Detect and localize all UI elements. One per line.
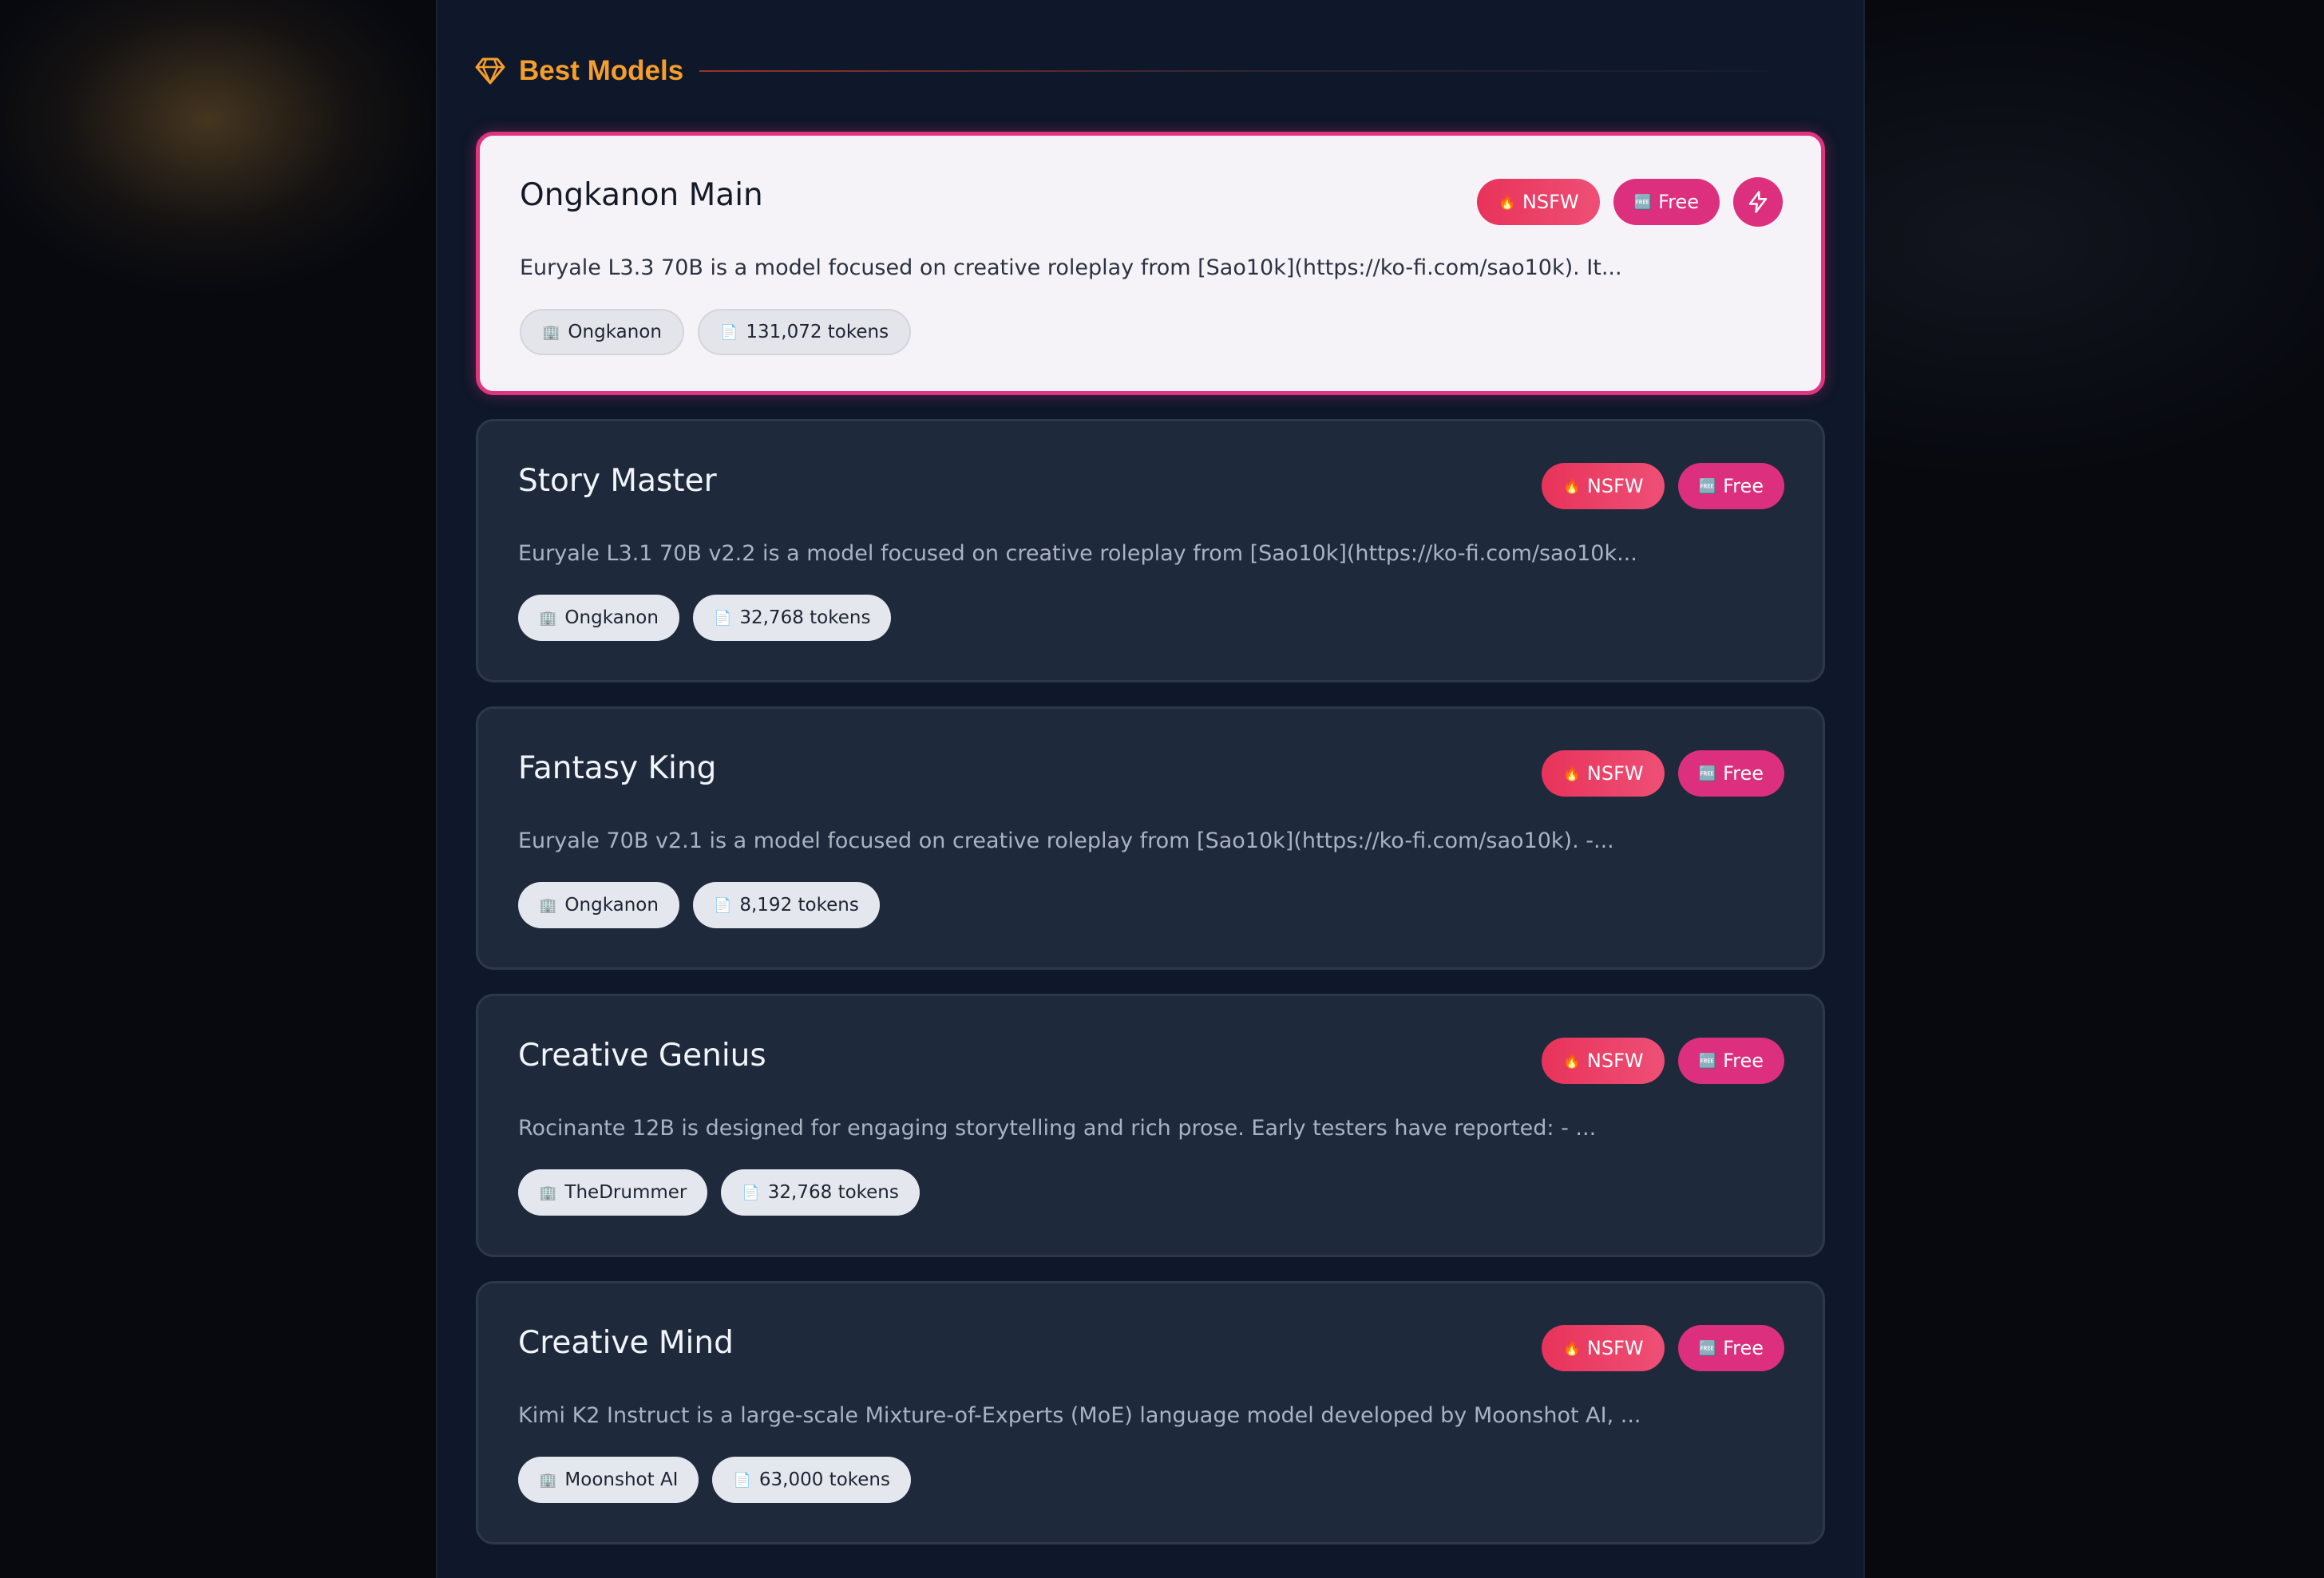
- provider-chip: 🏢 Moonshot AI: [518, 1457, 699, 1503]
- token-count: 63,000 tokens: [758, 1469, 890, 1490]
- model-title: Ongkanon Main: [520, 177, 763, 213]
- token-chip: 📄 131,072 tokens: [697, 309, 912, 355]
- free-label: Free: [1658, 191, 1699, 213]
- token-count: 131,072 tokens: [746, 322, 889, 342]
- model-description: Rocinante 12B is designed for engaging s…: [518, 1116, 1597, 1141]
- free-icon: 🆓: [1698, 1339, 1717, 1357]
- fire-icon: 🔥: [1562, 1052, 1581, 1070]
- model-title: Creative Mind: [518, 1325, 734, 1361]
- free-icon: 🆓: [1698, 477, 1717, 495]
- free-label: Free: [1723, 1050, 1764, 1072]
- free-label: Free: [1723, 762, 1764, 785]
- badge-row: 🔥 NSFW 🆓 Free: [1542, 463, 1784, 509]
- free-badge: 🆓 Free: [1677, 1038, 1784, 1084]
- nsfw-label: NSFW: [1522, 191, 1579, 213]
- model-card[interactable]: Creative Genius 🔥 NSFW 🆓 Free Rocinante …: [476, 994, 1825, 1257]
- model-title: Story Master: [518, 463, 717, 499]
- badge-row: 🔥 NSFW 🆓 Free: [1542, 1325, 1784, 1371]
- fire-icon: 🔥: [1562, 765, 1581, 782]
- fire-icon: 🔥: [1498, 193, 1516, 211]
- model-list: Ongkanon Main 🔥 NSFW 🆓 Free Euryale L3.3…: [476, 132, 1825, 1568]
- provider-name: Moonshot AI: [564, 1469, 679, 1490]
- meta-row: 🏢 Ongkanon 📄 8,192 tokens: [518, 882, 880, 928]
- nsfw-badge: 🔥 NSFW: [1542, 1038, 1665, 1084]
- free-icon: 🆓: [1698, 1052, 1717, 1070]
- nsfw-label: NSFW: [1586, 1337, 1644, 1359]
- token-count: 8,192 tokens: [739, 895, 859, 916]
- document-icon: 📄: [713, 896, 732, 914]
- fire-icon: 🔥: [1562, 477, 1581, 495]
- badge-row: 🔥 NSFW 🆓 Free: [1542, 1038, 1784, 1084]
- token-chip: 📄 8,192 tokens: [692, 882, 880, 928]
- meta-row: 🏢 Ongkanon 📄 32,768 tokens: [518, 595, 892, 641]
- provider-name: Ongkanon: [564, 895, 659, 916]
- document-icon: 📄: [733, 1471, 751, 1489]
- meta-row: 🏢 TheDrummer 📄 32,768 tokens: [518, 1169, 920, 1216]
- free-badge: 🆓 Free: [1677, 463, 1784, 509]
- gem-icon: [474, 55, 506, 87]
- model-description: Euryale L3.1 70B v2.2 is a model focused…: [518, 541, 1637, 566]
- provider-name: Ongkanon: [568, 322, 662, 342]
- nsfw-label: NSFW: [1586, 1050, 1644, 1072]
- token-chip: 📄 32,768 tokens: [692, 595, 892, 641]
- model-card[interactable]: Ongkanon Main 🔥 NSFW 🆓 Free Euryale L3.3…: [476, 132, 1825, 395]
- document-icon: 📄: [713, 609, 732, 627]
- free-badge: 🆓 Free: [1613, 179, 1720, 225]
- token-count: 32,768 tokens: [767, 1182, 899, 1203]
- free-label: Free: [1723, 475, 1764, 497]
- provider-chip: 🏢 Ongkanon: [520, 309, 684, 355]
- building-icon: 🏢: [539, 1471, 557, 1489]
- building-icon: 🏢: [542, 323, 560, 341]
- fire-icon: 🔥: [1562, 1339, 1581, 1357]
- section-header: Best Models: [474, 49, 1831, 93]
- model-card[interactable]: Fantasy King 🔥 NSFW 🆓 Free Euryale 70B v…: [476, 706, 1825, 970]
- bolt-icon: [1748, 191, 1768, 213]
- nsfw-label: NSFW: [1586, 762, 1644, 785]
- building-icon: 🏢: [539, 896, 557, 914]
- nsfw-badge: 🔥 NSFW: [1542, 1325, 1665, 1371]
- free-badge: 🆓 Free: [1677, 1325, 1784, 1371]
- nsfw-label: NSFW: [1586, 475, 1644, 497]
- badge-row: 🔥 NSFW 🆓 Free: [1542, 750, 1784, 797]
- provider-name: Ongkanon: [564, 607, 659, 628]
- token-chip: 📄 32,768 tokens: [721, 1169, 920, 1216]
- nsfw-badge: 🔥 NSFW: [1542, 750, 1665, 797]
- nsfw-badge: 🔥 NSFW: [1542, 463, 1665, 509]
- provider-chip: 🏢 TheDrummer: [518, 1169, 708, 1216]
- token-count: 32,768 tokens: [739, 607, 871, 628]
- provider-chip: 🏢 Ongkanon: [518, 595, 679, 641]
- free-icon: 🆓: [1698, 765, 1717, 782]
- model-description: Kimi K2 Instruct is a large-scale Mixtur…: [518, 1403, 1641, 1428]
- meta-row: 🏢 Ongkanon 📄 131,072 tokens: [520, 309, 912, 355]
- free-icon: 🆓: [1633, 193, 1653, 211]
- meta-row: 🏢 Moonshot AI 📄 63,000 tokens: [518, 1457, 911, 1503]
- section-title: Best Models: [519, 55, 684, 86]
- model-title: Creative Genius: [518, 1038, 766, 1074]
- token-chip: 📄 63,000 tokens: [712, 1457, 911, 1503]
- document-icon: 📄: [719, 323, 738, 341]
- free-label: Free: [1723, 1337, 1764, 1359]
- badge-row: 🔥 NSFW 🆓 Free: [1477, 177, 1783, 227]
- document-icon: 📄: [742, 1184, 760, 1201]
- quick-select-button[interactable]: [1733, 177, 1783, 227]
- model-title: Fantasy King: [518, 750, 717, 786]
- free-badge: 🆓 Free: [1677, 750, 1784, 797]
- building-icon: 🏢: [539, 1184, 557, 1201]
- nsfw-badge: 🔥 NSFW: [1477, 179, 1600, 225]
- provider-chip: 🏢 Ongkanon: [518, 882, 679, 928]
- section-divider: [699, 70, 1768, 72]
- model-description: Euryale L3.3 70B is a model focused on c…: [520, 255, 1622, 280]
- model-description: Euryale 70B v2.1 is a model focused on c…: [518, 829, 1614, 853]
- model-card[interactable]: Story Master 🔥 NSFW 🆓 Free Euryale L3.1 …: [476, 419, 1825, 682]
- building-icon: 🏢: [539, 609, 557, 627]
- provider-name: TheDrummer: [564, 1182, 687, 1203]
- model-card[interactable]: Creative Mind 🔥 NSFW 🆓 Free Kimi K2 Inst…: [476, 1281, 1825, 1544]
